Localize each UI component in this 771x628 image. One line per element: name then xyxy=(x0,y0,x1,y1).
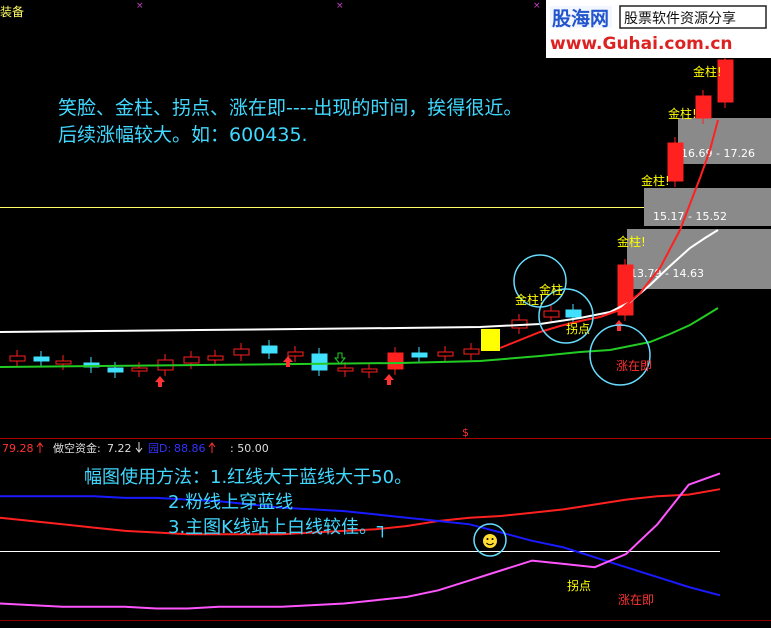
up-arrow-icon xyxy=(384,374,394,385)
main-lines xyxy=(0,119,719,368)
down-arrow-icon xyxy=(333,352,347,365)
blue-line xyxy=(0,495,721,597)
top-mark: × xyxy=(533,1,541,11)
note-line: 后续涨幅较大。如：600435. xyxy=(58,124,308,146)
candle xyxy=(183,356,200,364)
signal-jinzhu: 金柱! xyxy=(668,106,697,121)
pink-line xyxy=(0,472,721,610)
candle xyxy=(9,355,26,362)
candle xyxy=(233,348,250,356)
signal-circle xyxy=(589,324,651,386)
up-arrow-icon xyxy=(36,442,44,453)
candle xyxy=(131,367,148,372)
short-fund-label: 做空资金: xyxy=(53,441,101,455)
window-title: 装备 xyxy=(0,5,24,19)
price-zones: 16.69 - 17.26 15.17 - 15.52 13.79 - 14.6… xyxy=(627,118,771,289)
note-line: 笑脸、金柱、拐点、涨在即----出现的时间，挨得很近。 xyxy=(58,97,522,119)
white-line xyxy=(0,229,719,333)
price-zone-label: 16.69 - 17.26 xyxy=(681,147,755,160)
candle xyxy=(261,345,278,354)
candle xyxy=(337,367,354,372)
down-arrow-icon xyxy=(135,442,143,453)
dollar-mark: $ xyxy=(462,426,469,439)
signal-zhangzaiji: 涨在即 xyxy=(618,592,654,607)
signal-jinzhu: 金柱! xyxy=(617,234,646,249)
up-arrow-icon xyxy=(155,376,165,387)
candle xyxy=(55,360,72,365)
red-value: 79.28 xyxy=(2,442,34,455)
logo-slogan: 股票软件资源分享 xyxy=(624,10,736,27)
top-mark: × xyxy=(136,1,144,11)
sub-lines xyxy=(0,472,721,610)
yellow-candle xyxy=(481,329,500,351)
candle xyxy=(311,353,328,371)
blue-value: 88.86 xyxy=(174,442,206,455)
note-line: 2.粉线上穿蓝线 xyxy=(168,492,293,513)
candle xyxy=(695,95,712,119)
green-line xyxy=(0,307,719,368)
candle xyxy=(207,355,224,361)
signal-jinzhu: 金柱! xyxy=(641,173,670,188)
candle xyxy=(107,367,124,373)
level-label: : 50.00 xyxy=(230,442,269,455)
price-zone-label: 15.17 - 15.52 xyxy=(653,210,727,223)
candle xyxy=(33,356,50,362)
note-line: 3.主图K线站上白线较佳。┐ xyxy=(168,517,388,538)
logo-brand: 股海网 xyxy=(552,7,609,30)
signal-guaidian: 拐点 xyxy=(567,578,591,593)
chart-canvas: × × × 16.69 - 17.26 15.17 - 15.52 13.79 … xyxy=(0,1,771,621)
candle xyxy=(287,351,304,357)
price-zone xyxy=(627,229,771,289)
up-arrow-icon xyxy=(208,442,216,453)
candle xyxy=(463,348,480,355)
candle xyxy=(667,142,684,182)
note-line: 幅图使用方法：1.红线大于蓝线大于50。 xyxy=(84,467,412,488)
logo: 股海网 股票软件资源分享 www.Guhai.com.cn xyxy=(546,0,771,58)
smiley-icon xyxy=(483,534,497,548)
signal-zhangzaiji: 涨在即 xyxy=(616,358,652,373)
candle xyxy=(437,351,454,357)
signal-jinzhu: 金柱! xyxy=(693,64,722,79)
candle xyxy=(361,368,378,373)
candle xyxy=(411,352,428,358)
candle xyxy=(543,310,560,318)
candle xyxy=(565,309,582,318)
up-arrow-icon xyxy=(283,356,293,367)
short-fund-value: 7.22 xyxy=(107,442,132,455)
signal-jinzhu: 金柱! xyxy=(515,292,544,307)
top-mark: × xyxy=(336,1,344,11)
candle xyxy=(387,352,404,370)
blue-label: 园D: xyxy=(148,442,171,455)
signal-guaidian: 拐点 xyxy=(566,321,590,336)
logo-url: www.Guhai.com.cn xyxy=(550,34,733,54)
